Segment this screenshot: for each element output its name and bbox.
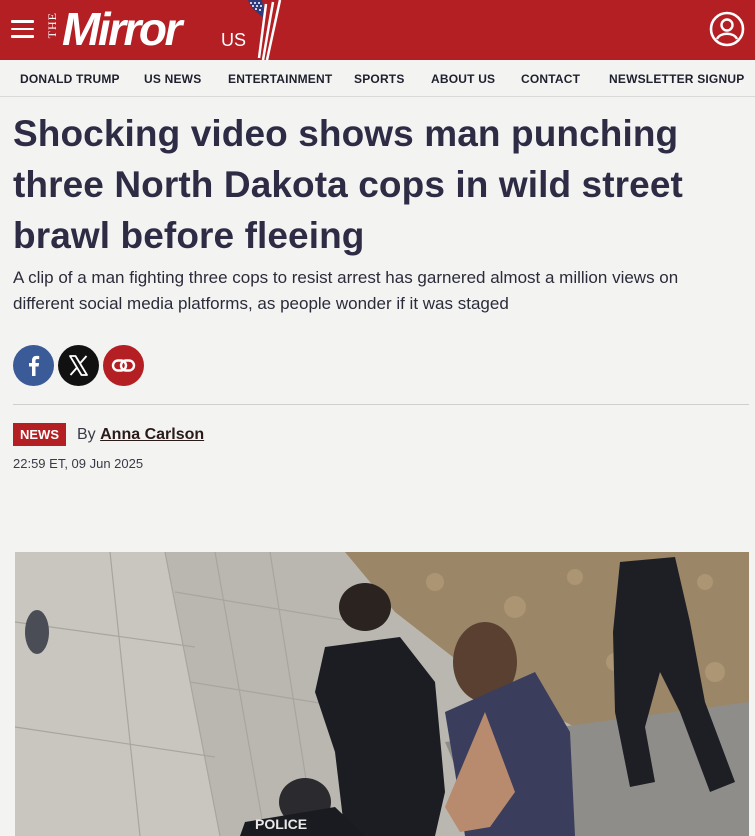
- article-byline: By Anna Carlson: [77, 426, 204, 444]
- author-link[interactable]: Anna Carlson: [100, 426, 204, 443]
- share-divider: [13, 404, 749, 405]
- logo-brand-text: Mirror: [62, 3, 182, 55]
- x-icon: [69, 355, 88, 376]
- link-icon: [111, 359, 136, 372]
- category-badge[interactable]: NEWS: [13, 423, 66, 446]
- hamburger-menu-icon[interactable]: [11, 20, 34, 38]
- article-standfirst: A clip of a man fighting three cops to r…: [13, 268, 679, 313]
- nav-item-about-us[interactable]: ABOUT US: [431, 72, 495, 86]
- byline-prefix: By: [77, 426, 96, 443]
- user-account-icon[interactable]: [709, 11, 745, 47]
- nav-item-sports[interactable]: SPORTS: [354, 72, 405, 86]
- nav-item-entertainment[interactable]: ENTERTAINMENT: [228, 72, 332, 86]
- copy-link-button[interactable]: [103, 345, 144, 386]
- us-flag-icon: [242, 0, 284, 60]
- facebook-icon: [29, 355, 40, 376]
- share-x-button[interactable]: [58, 345, 99, 386]
- article-timestamp: 22:59 ET, 09 Jun 2025: [13, 456, 144, 471]
- nav-item-contact[interactable]: CONTACT: [521, 72, 580, 86]
- nav-item-donald-trump[interactable]: DONALD TRUMP: [20, 72, 120, 86]
- site-logo[interactable]: THE Mirror US: [45, 0, 286, 60]
- article-hero-photo[interactable]: POLICE: [15, 552, 749, 836]
- site-header: THE Mirror US: [0, 0, 755, 60]
- article-headline: Shocking video shows man punching three …: [13, 113, 683, 256]
- police-vest-text: POLICE: [255, 816, 307, 832]
- share-facebook-button[interactable]: [13, 345, 54, 386]
- nav-item-newsletter-signup[interactable]: NEWSLETTER SIGNUP: [609, 72, 744, 86]
- logo-the-text: THE: [45, 12, 59, 39]
- section-nav: DONALD TRUMP US NEWS ENTERTAINMENT SPORT…: [0, 60, 755, 97]
- hero-photo-illustration: POLICE: [15, 552, 749, 836]
- nav-item-us-news[interactable]: US NEWS: [144, 72, 201, 86]
